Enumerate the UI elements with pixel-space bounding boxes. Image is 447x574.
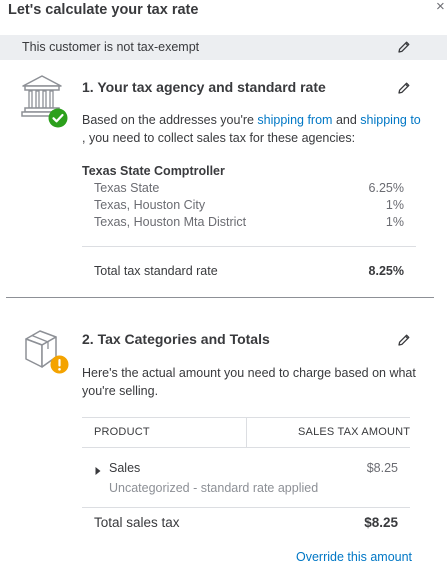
table-header-border bbox=[82, 447, 410, 448]
column-separator bbox=[246, 417, 247, 447]
total-sales-tax-label: Total sales tax bbox=[94, 515, 180, 530]
shipping-from-link[interactable]: shipping from bbox=[257, 113, 332, 127]
section-categories-title: 2. Tax Categories and Totals bbox=[82, 331, 270, 347]
agency-desc-before: Based on the addresses you're bbox=[82, 113, 258, 127]
rate-row: Texas State 6.25% bbox=[94, 181, 404, 195]
edit-categories-pencil-icon[interactable] bbox=[396, 332, 412, 348]
tax-exempt-text: This customer is not tax-exempt bbox=[22, 40, 200, 54]
total-rate-label: Total tax standard rate bbox=[94, 264, 218, 278]
agency-description: Based on the addresses you're shipping f… bbox=[82, 111, 427, 147]
edit-agency-pencil-icon[interactable] bbox=[396, 80, 412, 96]
close-icon[interactable]: × bbox=[436, 0, 445, 15]
product-name[interactable]: Sales bbox=[109, 461, 140, 475]
warning-badge-icon bbox=[50, 355, 69, 374]
edit-tax-exempt-pencil-icon[interactable] bbox=[396, 39, 412, 55]
tax-exempt-banner: This customer is not tax-exempt bbox=[0, 35, 447, 60]
section-divider bbox=[6, 297, 434, 298]
shipping-to-link[interactable]: shipping to bbox=[360, 113, 420, 127]
rate-name: Texas, Houston Mta District bbox=[94, 215, 247, 229]
column-header-sales-tax: SALES TAX AMOUNT bbox=[298, 426, 411, 438]
agency-desc-mid: and bbox=[332, 113, 361, 127]
categories-description: Here's the actual amount you need to cha… bbox=[82, 366, 416, 398]
override-amount-link[interactable]: Override this amount bbox=[296, 548, 412, 566]
product-tax-amount: $8.25 bbox=[366, 461, 398, 475]
agency-name: Texas State Comptroller bbox=[82, 164, 225, 178]
rate-value: 6.25% bbox=[368, 181, 404, 195]
agency-desc-after: , you need to collect sales tax for thes… bbox=[82, 131, 356, 145]
rate-name: Texas, Houston City bbox=[94, 198, 206, 212]
rate-value: 1% bbox=[385, 215, 404, 229]
checkmark-badge-icon bbox=[48, 108, 68, 128]
rate-row: Texas, Houston City 1% bbox=[94, 198, 404, 212]
product-subtitle: Uncategorized - standard rate applied bbox=[109, 481, 319, 495]
rates-divider bbox=[82, 246, 416, 247]
rate-value: 1% bbox=[385, 198, 404, 212]
dialog-title: Let's calculate your tax rate bbox=[8, 2, 199, 18]
column-header-product: PRODUCT bbox=[94, 426, 150, 438]
total-sales-tax-value: $8.25 bbox=[364, 515, 398, 530]
rate-name: Texas State bbox=[94, 181, 160, 195]
table-bottom-border bbox=[82, 507, 410, 508]
rate-row: Texas, Houston Mta District 1% bbox=[94, 215, 404, 229]
caret-right-icon[interactable] bbox=[94, 463, 102, 475]
total-rate-value: 8.25% bbox=[368, 264, 404, 278]
section-agency-title: 1. Your tax agency and standard rate bbox=[82, 79, 326, 95]
